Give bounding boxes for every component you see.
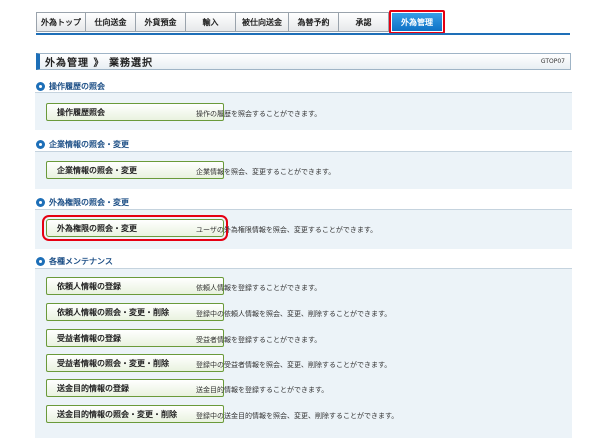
section-title: 各種メンテナンス <box>49 257 113 266</box>
menu-description: 登録中の受益者情報を照会、変更、削除することができます。 <box>196 361 392 369</box>
section-header-operation-history: 操作履歴の照会 <box>36 81 105 92</box>
tab-fx-contract[interactable]: 為替予約 <box>289 12 339 32</box>
section-header-fx-authority: 外為権限の照会・変更 <box>36 197 129 208</box>
tab-bar-rule <box>36 33 570 35</box>
menu-description: 登録中の送金目的情報を照会、変更、削除することができます。 <box>196 412 399 420</box>
menu-description: 送金目的情報を登録することができます。 <box>196 386 329 394</box>
menu-description: 受益者情報を登録することができます。 <box>196 336 322 344</box>
tab-approval[interactable]: 承認 <box>339 12 389 32</box>
tab-fx-deposit[interactable]: 外貨預金 <box>136 12 186 32</box>
menu-description: ユーザの外為権限情報を照会、変更することができます。 <box>196 226 378 234</box>
section-bullet-icon <box>36 198 45 207</box>
section-bullet-icon <box>36 82 45 91</box>
menu-description: 登録中の依頼人情報を照会、変更、削除することができます。 <box>196 310 392 318</box>
menu-description: 企業情報を照会、変更することができます。 <box>196 168 336 176</box>
section-bullet-icon <box>36 257 45 266</box>
section-header-company-info: 企業情報の照会・変更 <box>36 139 129 150</box>
main-tab-bar: 外為トップ 仕向送金 外貨預金 輸入 被仕向送金 為替予約 承認 外為管理 <box>36 10 445 34</box>
tab-inward-remittance[interactable]: 被仕向送金 <box>236 12 289 32</box>
section-title: 操作履歴の照会 <box>49 82 105 91</box>
section-title: 外為権限の照会・変更 <box>49 198 129 207</box>
page-header: 外為管理 》 業務選択 GTOP07 <box>36 53 571 70</box>
tab-fx-management[interactable]: 外為管理 <box>389 10 445 34</box>
tab-outward-remittance[interactable]: 仕向送金 <box>86 12 136 32</box>
tab-import[interactable]: 輸入 <box>186 12 236 32</box>
tab-fx-top[interactable]: 外為トップ <box>36 12 86 32</box>
page-title: 外為管理 》 業務選択 <box>45 58 153 69</box>
section-header-maintenance: 各種メンテナンス <box>36 256 113 267</box>
menu-description: 依頼人情報を登録することができます。 <box>196 284 322 292</box>
screen-id: GTOP07 <box>540 58 565 65</box>
section-bullet-icon <box>36 140 45 149</box>
section-title: 企業情報の照会・変更 <box>49 140 129 149</box>
menu-description: 操作の履歴を照会することができます。 <box>196 110 322 118</box>
